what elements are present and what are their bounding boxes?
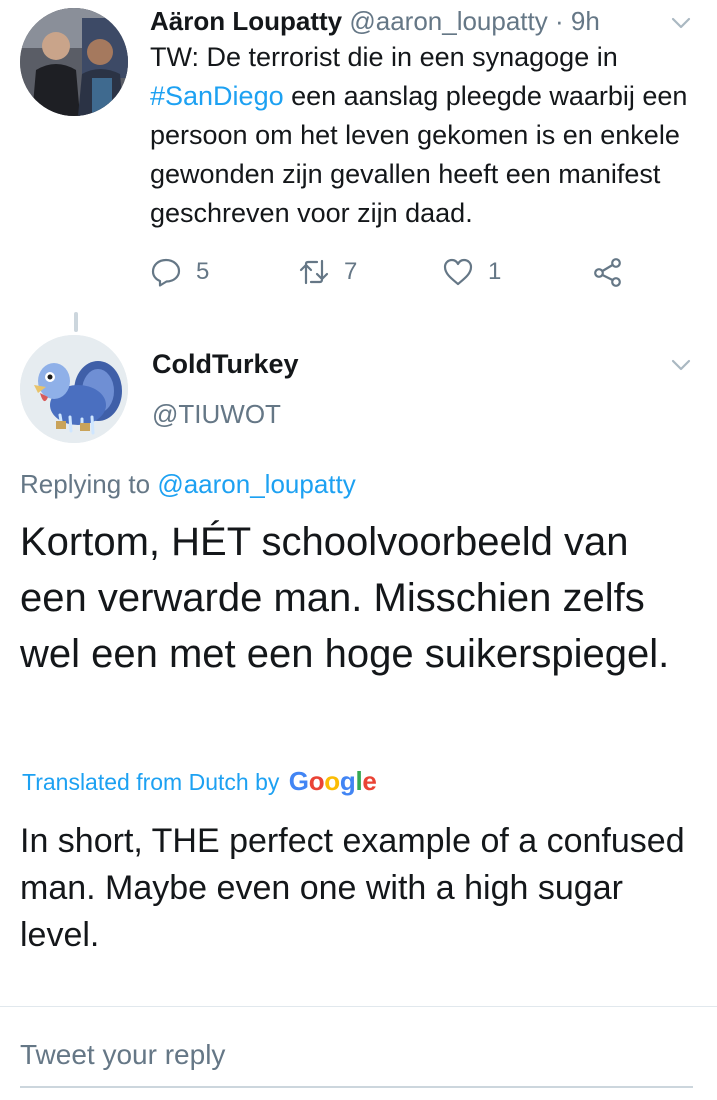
tweet-header: Aäron Loupatty @aaron_loupatty · 9h: [150, 4, 700, 38]
reply-author-name[interactable]: ColdTurkey: [152, 346, 299, 382]
author-name[interactable]: Aäron Loupatty: [150, 6, 342, 36]
reply-text: Kortom, HÉT schoolvoorbeeld van een verw…: [20, 520, 670, 676]
google-logo: Google: [288, 766, 377, 796]
tweet-actions: 5 7 1: [150, 252, 650, 292]
translated-label: Translated from Dutch by: [22, 769, 280, 795]
like-button[interactable]: 1: [442, 252, 501, 292]
avatar-photo: [20, 8, 128, 116]
divider: [0, 1006, 717, 1007]
author-handle[interactable]: @aaron_loupatty: [349, 6, 547, 36]
reply-button[interactable]: 5: [150, 252, 209, 292]
tweet-text: TW: De terrorist die in een synagoge in …: [150, 38, 705, 233]
replying-to: Replying to @aaron_loupatty: [20, 466, 356, 502]
replying-label: Replying to: [20, 469, 151, 499]
hashtag-link[interactable]: #SanDiego: [150, 81, 284, 111]
frozen-turkey-avatar: [20, 335, 128, 443]
reply-composer[interactable]: Tweet your reply: [20, 1030, 693, 1088]
reply-count: 5: [196, 258, 210, 285]
thread-connector: [74, 312, 78, 332]
translated-text: In short, THE perfect example of a confu…: [20, 822, 685, 954]
replying-mention-link[interactable]: @aaron_loupatty: [157, 469, 355, 499]
retweet-button[interactable]: 7: [298, 252, 357, 292]
like-count: 1: [488, 258, 502, 285]
chevron-down-icon[interactable]: [668, 10, 694, 36]
translation-attribution: Translated from Dutch by Google: [22, 764, 377, 799]
retweet-count: 7: [344, 258, 358, 285]
avatar-aaron-loupatty[interactable]: [20, 8, 128, 116]
tweet-text-start: TW: De terrorist die in een synagoge in: [150, 42, 618, 72]
avatar-coldturkey[interactable]: [20, 335, 128, 443]
chevron-down-icon[interactable]: [668, 352, 694, 378]
share-button[interactable]: [592, 252, 624, 292]
like-icon: [443, 258, 473, 286]
reply-icon: [151, 258, 181, 287]
share-icon: [594, 258, 621, 287]
original-tweet[interactable]: Aäron Loupatty @aaron_loupatty · 9h TW: …: [0, 0, 717, 305]
retweet-icon: [299, 259, 329, 285]
reply-author-handle[interactable]: @TIUWOT: [152, 396, 281, 432]
reply-input-placeholder[interactable]: Tweet your reply: [20, 1030, 693, 1080]
tweet-time: · 9h: [555, 6, 600, 36]
